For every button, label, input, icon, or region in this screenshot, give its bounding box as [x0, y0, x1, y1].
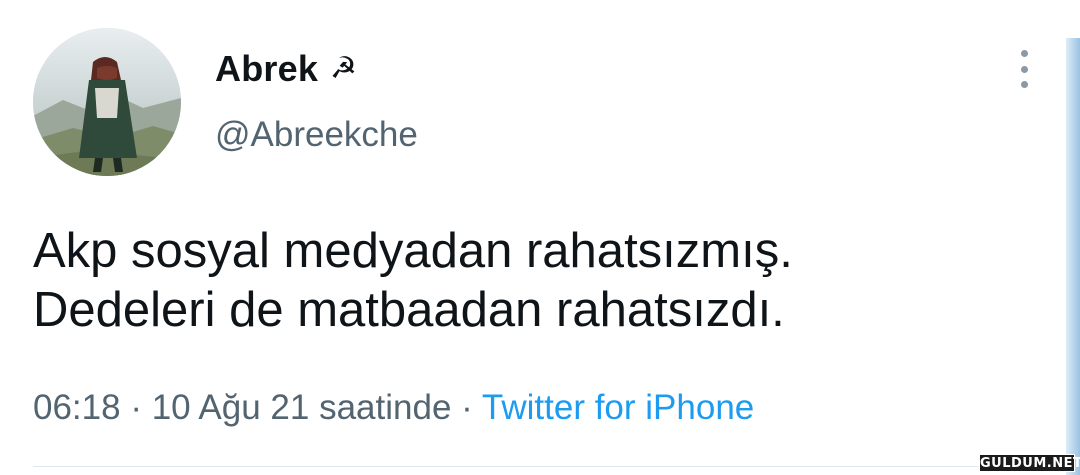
tweet-text: Akp sosyal medyadan rahatsızmış. Dedeler…	[33, 222, 1033, 340]
tweet-date[interactable]: 10 Ağu 21 saatinde	[152, 388, 452, 427]
avatar[interactable]	[33, 28, 181, 176]
watermark: GULDUM.NET	[979, 454, 1080, 472]
meta-separator: ·	[120, 388, 152, 427]
more-dot	[1020, 50, 1028, 57]
side-edge	[1066, 38, 1080, 475]
meta-separator: ·	[451, 388, 482, 427]
tweet-time[interactable]: 06:18	[33, 388, 121, 427]
more-options-icon[interactable]	[1010, 50, 1038, 88]
avatar-photo	[33, 28, 181, 176]
author-name-row[interactable]: Abrek ☭	[215, 47, 357, 91]
author-display-name[interactable]: Abrek	[215, 48, 318, 90]
hammer-sickle-icon: ☭	[330, 51, 357, 86]
more-dot	[1020, 81, 1028, 88]
author-handle[interactable]: @Abreekche	[215, 115, 418, 155]
tweet-text-line: Dedeleri de matbaadan rahatsızdı.	[33, 283, 785, 337]
tweet-text-line: Akp sosyal medyadan rahatsızmış.	[33, 224, 793, 278]
tweet-meta: 06:18 · 10 Ağu 21 saatinde · Twitter for…	[33, 388, 754, 428]
divider	[33, 466, 1063, 467]
tweet-source-link[interactable]: Twitter for iPhone	[482, 388, 754, 427]
more-dot	[1020, 65, 1028, 73]
